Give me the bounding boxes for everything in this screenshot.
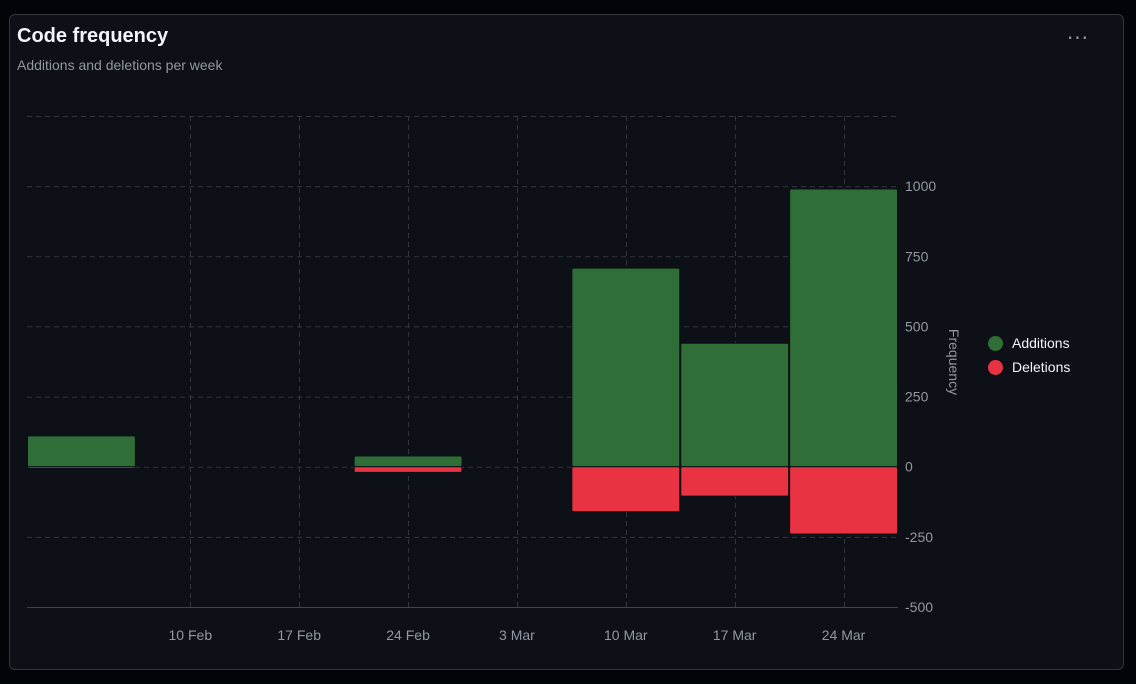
x-tick-label: 10 Mar	[604, 627, 648, 643]
x-tick-label: 10 Feb	[169, 627, 213, 643]
legend-item-additions[interactable]: Additions	[988, 331, 1070, 355]
y-axis-title: Frequency	[946, 329, 962, 395]
y-tick-label: 750	[905, 248, 929, 264]
deletions-bar[interactable]	[680, 466, 790, 497]
additions-bar[interactable]	[27, 435, 136, 468]
deletions-bar[interactable]	[353, 466, 463, 473]
x-tick-label: 24 Mar	[822, 627, 866, 643]
legend-item-deletions[interactable]: Deletions	[988, 355, 1070, 379]
legend-label-additions: Additions	[1012, 335, 1070, 351]
y-tick-label: 0	[905, 459, 913, 475]
y-tick-label: 250	[905, 389, 929, 405]
deletions-bar[interactable]	[571, 466, 681, 513]
code-frequency-chart: 1000 750 500 250 0 -250 -500 10 Feb 17 Feb 24 Feb…	[27, 116, 962, 643]
legend-dot-deletions	[988, 359, 1003, 375]
deletions-bar[interactable]	[27, 466, 136, 469]
legend-dot-additions	[988, 335, 1003, 351]
chart-legend: Additions Deletions	[988, 331, 1070, 379]
y-tick-label: -250	[905, 529, 933, 545]
x-tick-label: 24 Feb	[386, 627, 430, 643]
x-tick-label: 17 Mar	[713, 627, 757, 643]
deletions-bar[interactable]	[789, 466, 898, 535]
y-tick-label: 500	[905, 318, 929, 334]
x-tick-label: 3 Mar	[499, 627, 535, 643]
x-tick-label: 17 Feb	[277, 627, 321, 643]
additions-bar[interactable]	[680, 342, 790, 468]
additions-bar[interactable]	[353, 455, 463, 468]
legend-label-deletions: Deletions	[1012, 359, 1071, 375]
additions-bar[interactable]	[571, 267, 681, 468]
y-tick-label: -500	[905, 599, 933, 615]
additions-bar[interactable]	[789, 188, 898, 468]
y-tick-label: 1000	[905, 178, 936, 194]
